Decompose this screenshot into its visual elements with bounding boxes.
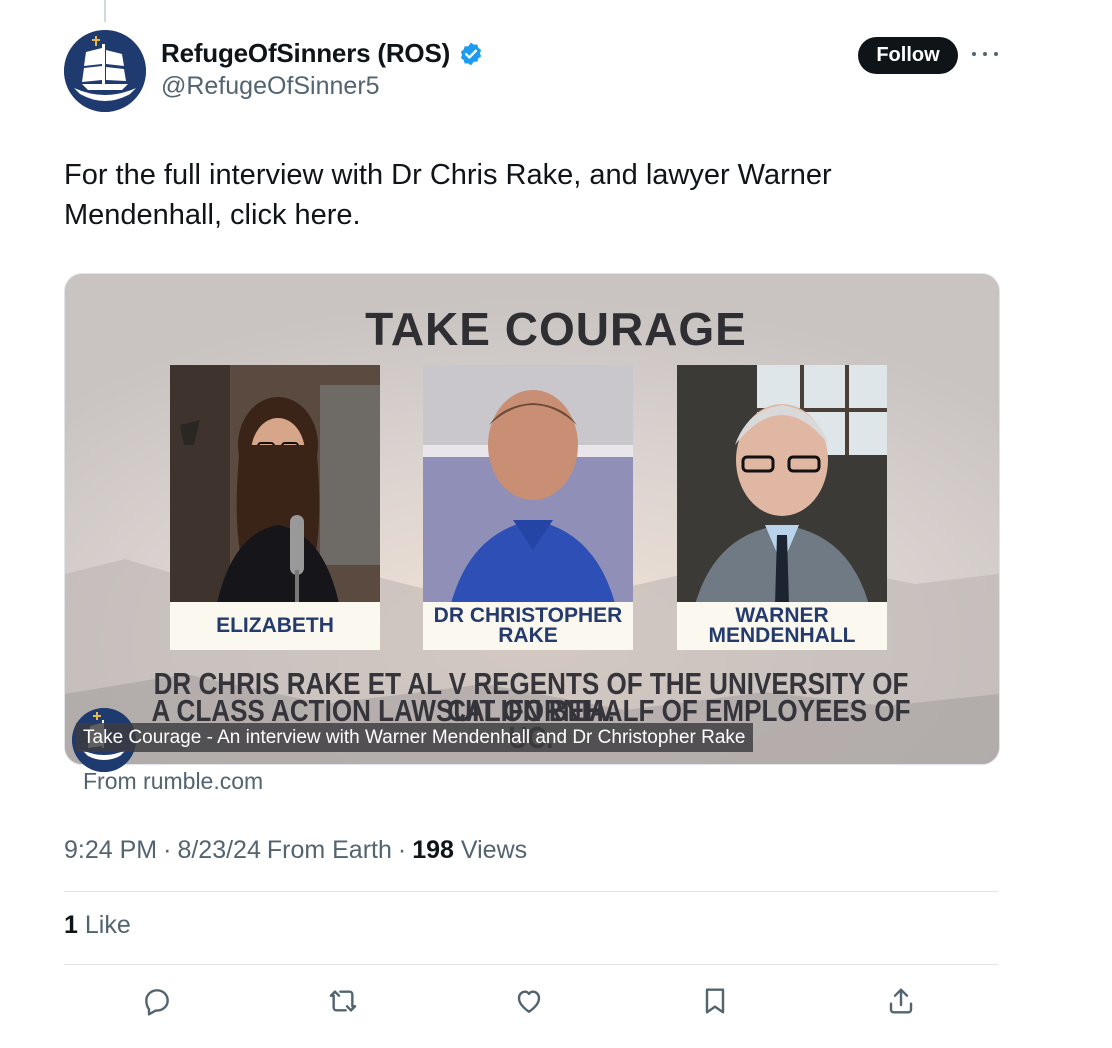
follow-button[interactable]: Follow bbox=[858, 37, 958, 74]
reply-button[interactable] bbox=[140, 984, 174, 1018]
panel-label-mendenhall: WARNER MENDENHALL bbox=[677, 602, 887, 650]
share-icon bbox=[889, 988, 913, 1014]
reply-icon bbox=[145, 989, 169, 1016]
views-stat[interactable]: 198 Views bbox=[412, 836, 527, 865]
divider bbox=[64, 891, 998, 892]
author-name-row[interactable]: RefugeOfSinners (ROS) bbox=[161, 38, 484, 69]
thread-line bbox=[104, 0, 106, 22]
card-title: TAKE COURAGE bbox=[365, 303, 747, 355]
guest-panel-elizabeth: ELIZABETH bbox=[170, 365, 380, 650]
share-button[interactable] bbox=[884, 984, 918, 1018]
bookmark-button[interactable] bbox=[698, 984, 732, 1018]
retweet-button[interactable] bbox=[326, 984, 360, 1018]
tweet-time[interactable]: 9:24 PM bbox=[64, 836, 157, 865]
likes-count: 1 bbox=[64, 911, 78, 939]
video-title-caption[interactable]: Take Courage - An interview with Warner … bbox=[76, 723, 753, 752]
guest-panel-mendenhall: WARNER MENDENHALL bbox=[677, 365, 887, 650]
more-options-icon[interactable] bbox=[972, 44, 998, 64]
tweet-date[interactable]: 8/23/24 bbox=[177, 836, 260, 865]
ship-logo-icon bbox=[64, 30, 146, 112]
panel-label-elizabeth: ELIZABETH bbox=[170, 602, 380, 650]
retweet-icon bbox=[329, 990, 357, 1012]
bookmark-icon bbox=[705, 988, 725, 1014]
verified-badge-icon bbox=[460, 42, 482, 65]
like-button[interactable] bbox=[512, 984, 546, 1018]
author-avatar[interactable] bbox=[64, 30, 146, 112]
views-label: Views bbox=[460, 836, 528, 864]
tweet-meta: 9:24 PM · 8/23/24 From Earth · 198 Views bbox=[64, 836, 527, 865]
card-source[interactable]: From rumble.com bbox=[83, 768, 263, 795]
like-icon bbox=[517, 990, 541, 1013]
meta-separator: · bbox=[163, 836, 172, 864]
panel-label-rake: DR CHRISTOPHER RAKE bbox=[423, 602, 633, 650]
meta-separator: · bbox=[397, 836, 407, 864]
likes-label: Like bbox=[84, 911, 131, 939]
tweet-location: From Earth bbox=[266, 836, 392, 864]
likes-stat[interactable]: 1 Like bbox=[64, 911, 131, 940]
divider bbox=[64, 964, 998, 965]
author-display-name[interactable]: RefugeOfSinners (ROS) bbox=[161, 38, 450, 69]
tweet-text: For the full interview with Dr Chris Rak… bbox=[64, 159, 832, 231]
guest-panel-rake: DR CHRISTOPHER RAKE bbox=[423, 365, 633, 650]
author-handle[interactable]: @RefugeOfSinner5 bbox=[161, 72, 380, 101]
views-count: 198 bbox=[412, 836, 454, 864]
